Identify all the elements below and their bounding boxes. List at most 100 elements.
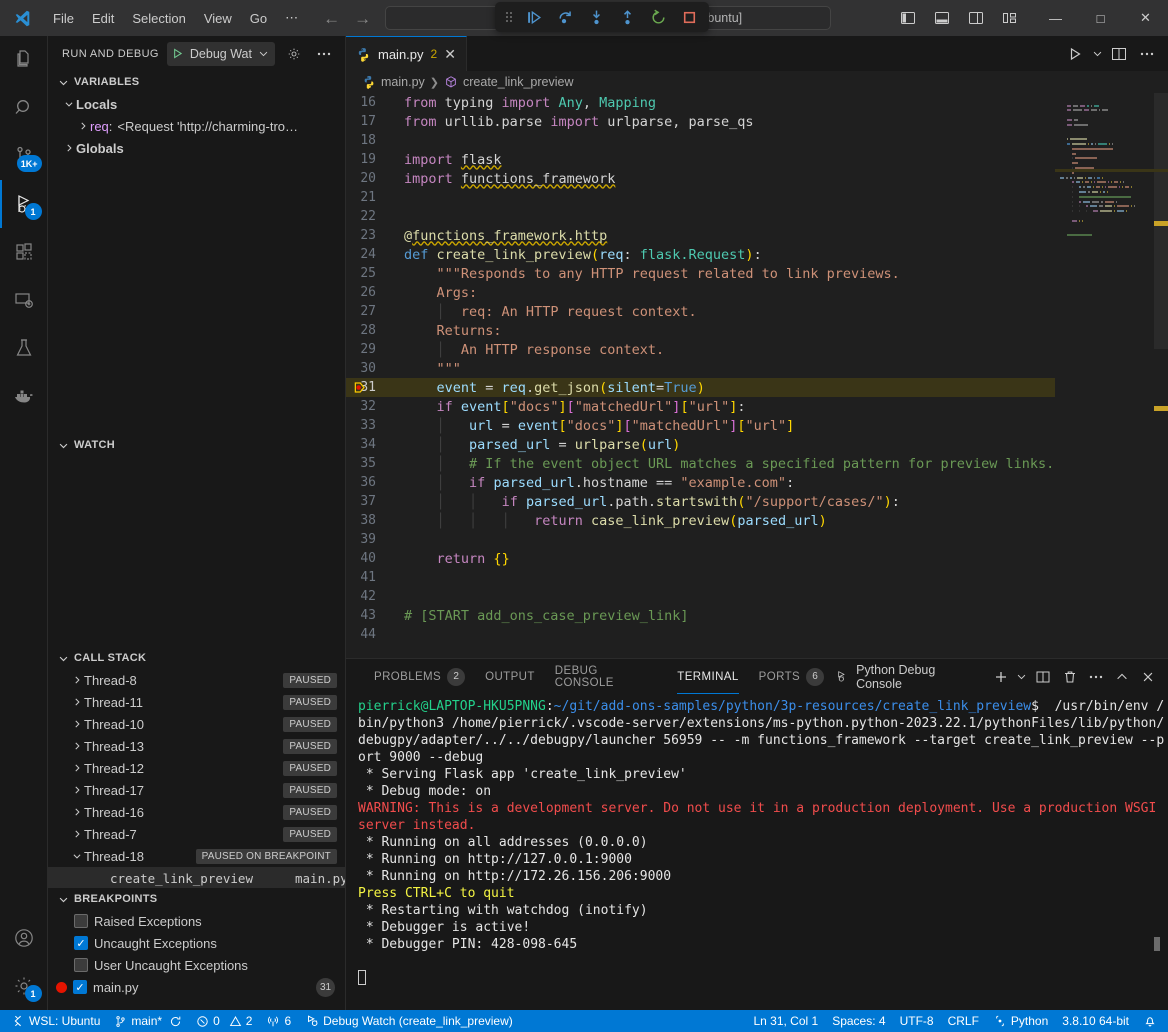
status-debug-session[interactable]: Debug Watch (create_link_preview) xyxy=(298,1010,520,1032)
status-branch[interactable]: main* xyxy=(107,1010,189,1032)
code-line[interactable]: 24def create_link_preview(req: flask.Req… xyxy=(346,245,1055,264)
call-stack-thread[interactable]: Thread-7 PAUSED xyxy=(48,823,345,845)
status-python-interpreter[interactable]: 3.8.10 64-bit xyxy=(1055,1010,1136,1032)
breakpoint-current-line-icon[interactable] xyxy=(353,378,369,397)
activity-item-remote-explorer[interactable] xyxy=(0,276,48,324)
variables-section-header[interactable]: VARIABLES xyxy=(48,71,345,93)
debug-configuration-dropdown[interactable]: Debug Wat xyxy=(167,42,275,66)
status-language-mode[interactable]: Python xyxy=(986,1010,1055,1032)
activity-item-source-control[interactable]: 1K+ xyxy=(0,132,48,180)
close-panel-icon[interactable] xyxy=(1137,665,1160,689)
code-line[interactable]: 27 │ req: An HTTP request context. xyxy=(346,302,1055,321)
status-problems[interactable]: 0 2 xyxy=(189,1010,259,1032)
toggle-primary-sidebar-icon[interactable] xyxy=(893,4,923,32)
open-launch-json-icon[interactable] xyxy=(283,43,305,65)
menu-item-selection[interactable]: Selection xyxy=(123,0,194,36)
chevron-right-icon[interactable] xyxy=(70,807,84,817)
code-line[interactable]: 21 xyxy=(346,188,1055,207)
variable-row-req[interactable]: req : <Request 'http://charming-tro… xyxy=(48,115,345,137)
breadcrumb-item-file[interactable]: main.py xyxy=(381,75,425,89)
kill-terminal-trash-icon[interactable] xyxy=(1058,665,1081,689)
code-line[interactable]: 17from urllib.parse import urlparse, par… xyxy=(346,112,1055,131)
call-stack-thread[interactable]: Thread-8 PAUSED xyxy=(48,669,345,691)
panel-tab-problems[interactable]: PROBLEMS 2 xyxy=(364,659,475,694)
status-encoding[interactable]: UTF-8 xyxy=(893,1010,941,1032)
code-line[interactable]: 16from typing import Any, Mapping xyxy=(346,93,1055,112)
start-debugging-icon[interactable] xyxy=(171,47,184,60)
code-line[interactable]: 38 │ │ │ return case_link_preview(parsed… xyxy=(346,511,1055,530)
call-stack-thread[interactable]: Thread-13 PAUSED xyxy=(48,735,345,757)
chevron-right-icon[interactable] xyxy=(70,829,84,839)
checkbox-unchecked[interactable] xyxy=(74,958,88,972)
chevron-right-icon[interactable] xyxy=(70,675,84,685)
status-indentation[interactable]: Spaces: 4 xyxy=(825,1010,892,1032)
code-line[interactable]: 25 """Responds to any HTTP request relat… xyxy=(346,264,1055,283)
code-line[interactable]: 23@functions_framework.http xyxy=(346,226,1055,245)
call-stack-thread-active[interactable]: Thread-18 PAUSED ON BREAKPOINT xyxy=(48,845,345,867)
code-line[interactable]: 43# [START add_ons_case_preview_link] xyxy=(346,606,1055,625)
panel-tab-output[interactable]: OUTPUT xyxy=(475,659,545,694)
call-stack-frame[interactable]: create_link_preview main.py xyxy=(48,867,345,888)
editor-more-actions-icon[interactable] xyxy=(1134,41,1160,67)
terminal-dropdown-chevron-down-icon[interactable] xyxy=(1015,665,1029,689)
breakpoint-row-file[interactable]: ✓ main.py 31 xyxy=(48,976,345,998)
split-terminal-icon[interactable] xyxy=(1032,665,1055,689)
code-line[interactable]: 41 xyxy=(346,568,1055,587)
status-remote-indicator[interactable]: WSL: Ubuntu xyxy=(4,1010,107,1032)
editor-tab-close-icon[interactable]: ✕ xyxy=(444,47,456,61)
chevron-right-icon[interactable] xyxy=(62,143,76,153)
continue-icon[interactable] xyxy=(520,5,548,29)
activity-item-extensions[interactable] xyxy=(0,228,48,276)
panel-tab-debug-console[interactable]: DEBUG CONSOLE xyxy=(545,659,668,694)
terminal-cursor-line[interactable] xyxy=(358,970,1168,987)
variables-group-globals[interactable]: Globals xyxy=(48,137,345,159)
menu-item-file[interactable]: File xyxy=(44,0,83,36)
code-line[interactable]: 29 │ An HTTP response context. xyxy=(346,340,1055,359)
panel-tab-ports[interactable]: PORTS 6 xyxy=(749,659,834,694)
status-cursor-position[interactable]: Ln 31, Col 1 xyxy=(746,1010,825,1032)
step-into-icon[interactable] xyxy=(582,5,610,29)
status-ports[interactable]: 6 xyxy=(259,1010,298,1032)
chevron-right-icon[interactable] xyxy=(70,697,84,707)
go-forward-icon[interactable]: → xyxy=(354,10,371,27)
watch-section-header[interactable]: WATCH xyxy=(48,434,345,456)
activity-item-explorer[interactable] xyxy=(0,36,48,84)
breakpoints-section-header[interactable]: BREAKPOINTS xyxy=(48,888,345,910)
call-stack-thread[interactable]: Thread-12 PAUSED xyxy=(48,757,345,779)
call-stack-thread[interactable]: Thread-11 PAUSED xyxy=(48,691,345,713)
code-line[interactable]: 30 """ xyxy=(346,359,1055,378)
stop-icon[interactable] xyxy=(675,5,703,29)
chevron-down-icon[interactable] xyxy=(70,851,84,861)
chevron-right-icon[interactable] xyxy=(70,741,84,751)
code-line[interactable]: 31 event = req.get_json(silent=True) xyxy=(346,378,1055,397)
breakpoint-row[interactable]: ✓ Uncaught Exceptions xyxy=(48,932,345,954)
code-line[interactable]: 35 │ # If the event object URL matches a… xyxy=(346,454,1055,473)
activity-item-settings[interactable]: 1 xyxy=(0,962,48,1010)
chevron-right-icon[interactable] xyxy=(76,121,90,131)
breakpoint-row[interactable]: User Uncaught Exceptions xyxy=(48,954,345,976)
minimize-button[interactable]: — xyxy=(1033,0,1078,36)
panel-tab-terminal[interactable]: TERMINAL xyxy=(667,659,748,694)
call-stack-thread[interactable]: Thread-16 PAUSED xyxy=(48,801,345,823)
chevron-right-icon[interactable] xyxy=(70,719,84,729)
maximize-panel-chevron-up-icon[interactable] xyxy=(1111,665,1134,689)
code-line[interactable]: 40 return {} xyxy=(346,549,1055,568)
restart-icon[interactable] xyxy=(644,5,672,29)
code-line[interactable]: 26 Args: xyxy=(346,283,1055,302)
code-editor[interactable]: 16from typing import Any, Mapping17from … xyxy=(346,93,1168,658)
activity-item-search[interactable] xyxy=(0,84,48,132)
activity-item-docker[interactable] xyxy=(0,372,48,420)
call-stack-section-header[interactable]: CALL STACK xyxy=(48,647,345,669)
code-lines-container[interactable]: 16from typing import Any, Mapping17from … xyxy=(346,93,1055,658)
code-line[interactable]: 34 │ parsed_url = urlparse(url) xyxy=(346,435,1055,454)
menu-item-go[interactable]: Go xyxy=(241,0,276,36)
panel-more-actions-icon[interactable] xyxy=(1084,665,1107,689)
activity-item-run-and-debug[interactable]: 1 xyxy=(0,180,48,228)
drag-handle-icon[interactable] xyxy=(501,7,517,27)
code-line[interactable]: 28 Returns: xyxy=(346,321,1055,340)
toggle-secondary-sidebar-icon[interactable] xyxy=(961,4,991,32)
chevron-right-icon[interactable] xyxy=(70,785,84,795)
code-line[interactable]: 36 │ if parsed_url.hostname == "example.… xyxy=(346,473,1055,492)
activity-item-testing[interactable] xyxy=(0,324,48,372)
status-eol[interactable]: CRLF xyxy=(941,1010,986,1032)
